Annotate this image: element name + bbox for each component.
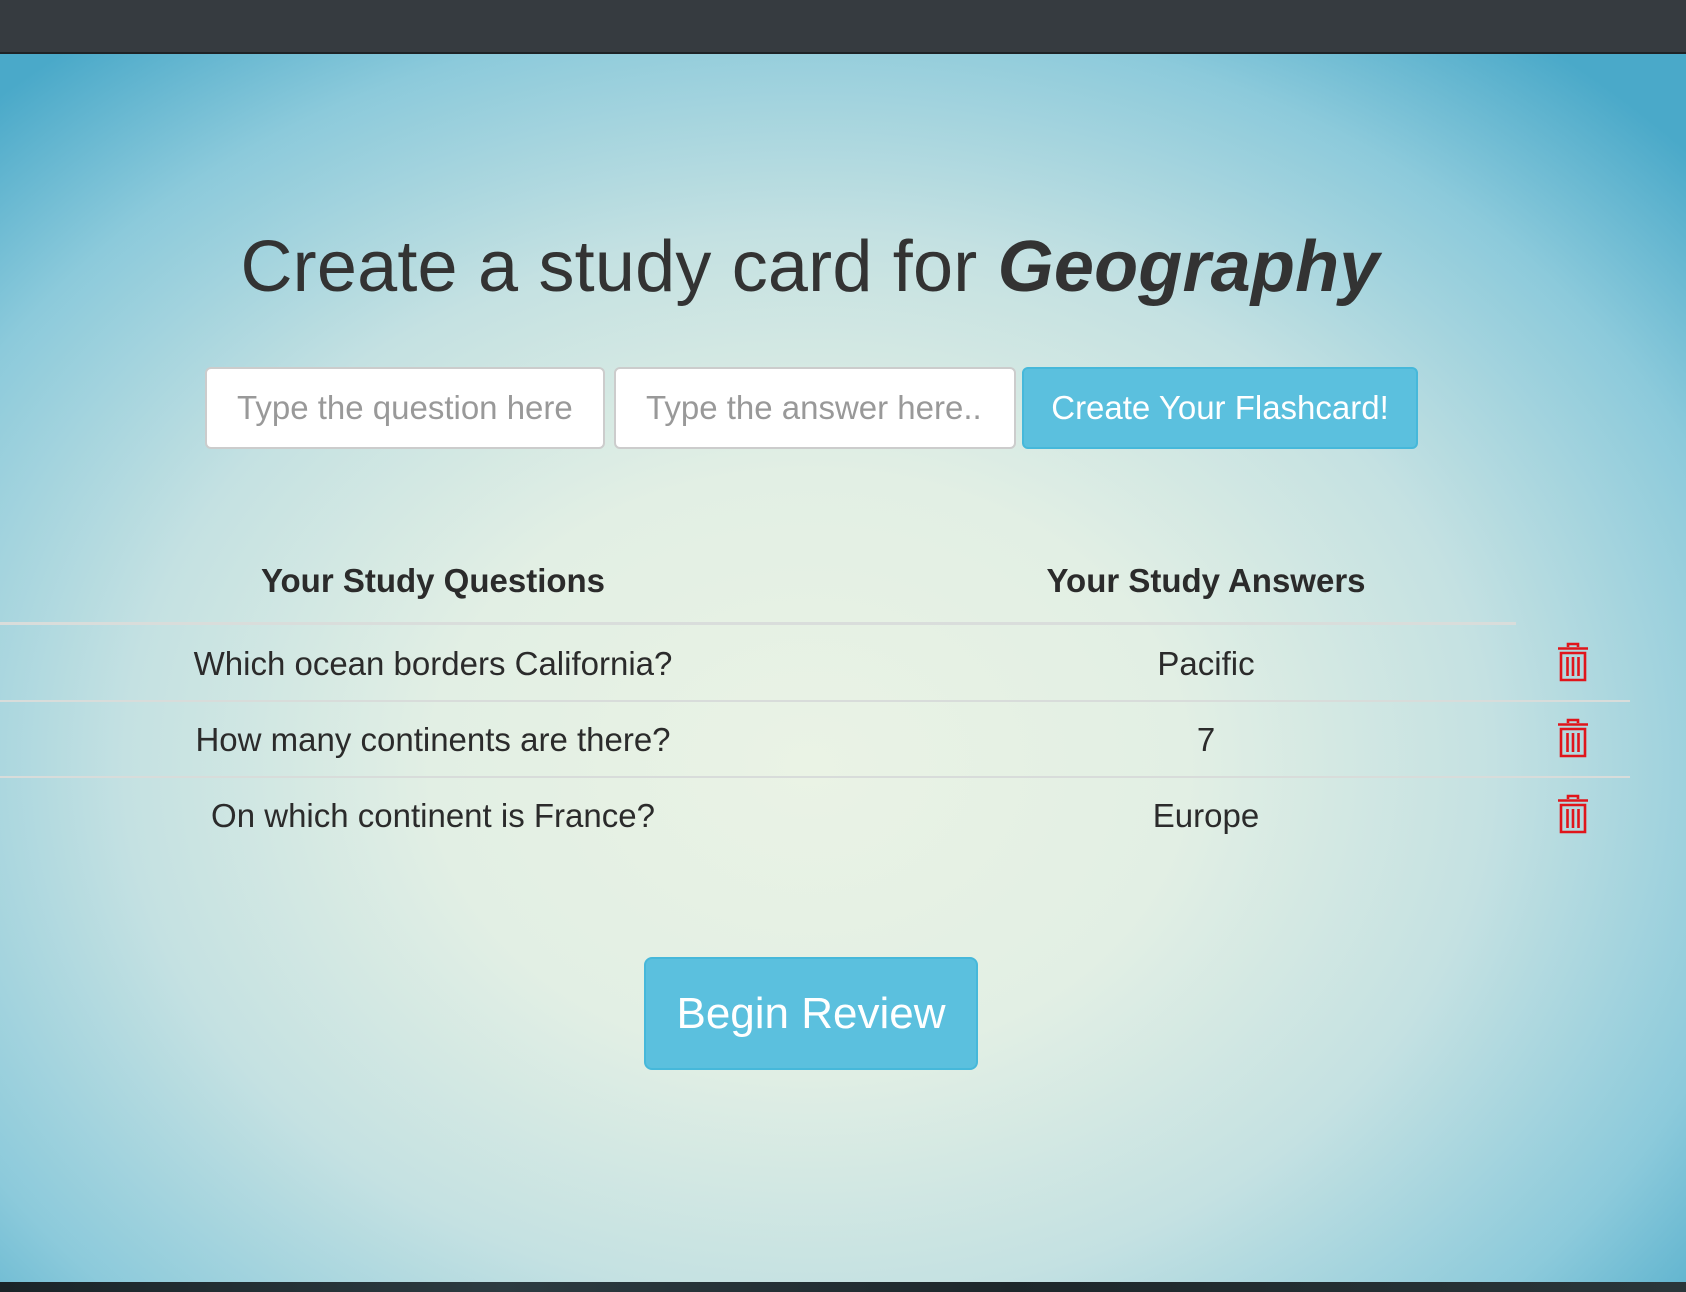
- window-top-bar: [0, 0, 1686, 54]
- table-row: Which ocean borders California? Pacific: [0, 626, 1630, 702]
- page-title: Create a study card for Geography: [0, 226, 1620, 308]
- answer-cell: 7: [1196, 721, 1216, 758]
- answer-cell: Pacific: [1157, 645, 1255, 682]
- trash-icon[interactable]: [1556, 794, 1590, 834]
- create-flashcard-button[interactable]: Create Your Flashcard!: [1022, 367, 1418, 449]
- subject-name: Geography: [997, 227, 1380, 307]
- table-row: How many continents are there? 7: [0, 702, 1630, 778]
- question-input[interactable]: [205, 367, 605, 449]
- question-cell: Which ocean borders California?: [193, 645, 673, 682]
- page-title-prefix: Create a study card for: [240, 227, 998, 307]
- column-header-answers: Your Study Answers: [1046, 562, 1366, 599]
- question-cell: On which continent is France?: [211, 797, 655, 834]
- table-header-divider: [0, 622, 1516, 625]
- main-content: Create a study card for Geography Create…: [0, 54, 1686, 1282]
- trash-icon[interactable]: [1556, 642, 1590, 682]
- table-row: On which continent is France? Europe: [0, 778, 1630, 854]
- begin-review-button[interactable]: Begin Review: [644, 957, 978, 1070]
- column-header-questions: Your Study Questions: [260, 562, 606, 599]
- background-strip: [0, 1282, 1686, 1292]
- trash-icon[interactable]: [1556, 718, 1590, 758]
- answer-cell: Europe: [1152, 797, 1260, 834]
- answer-input[interactable]: [614, 367, 1016, 449]
- question-cell: How many continents are there?: [195, 721, 671, 758]
